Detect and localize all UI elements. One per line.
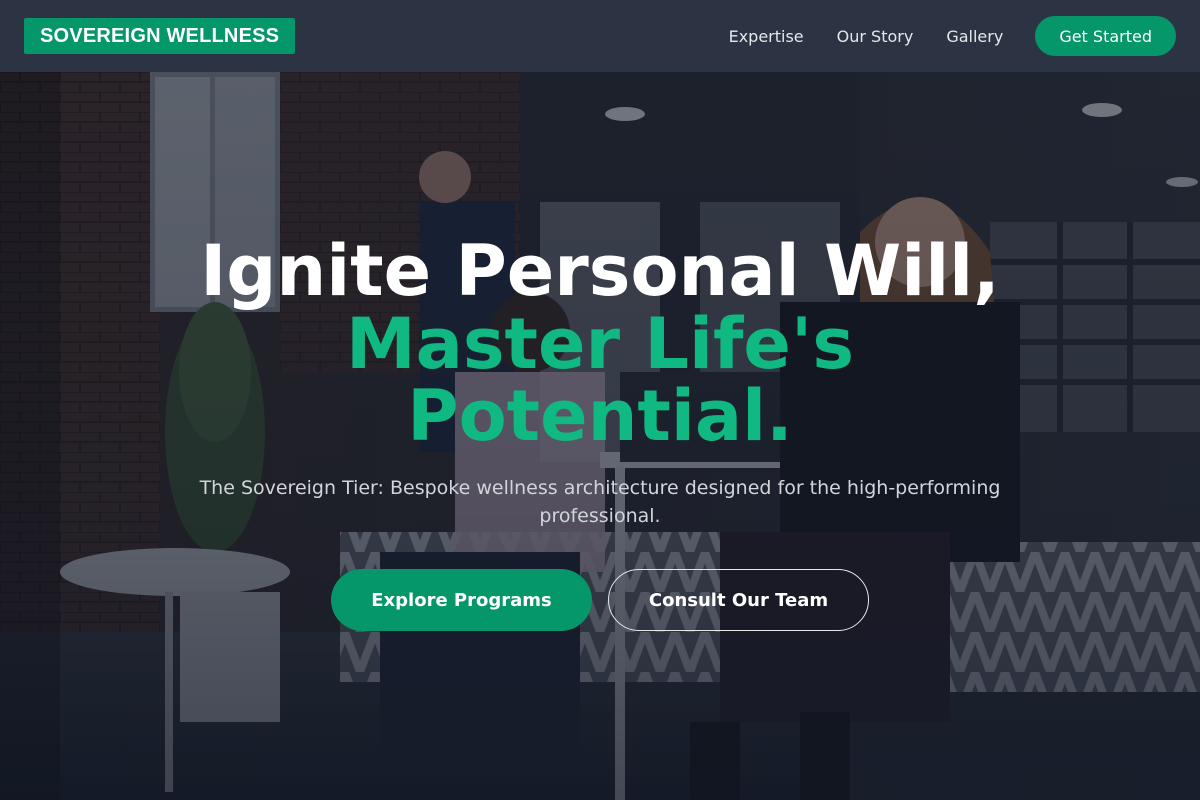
- hero-subtitle: The Sovereign Tier: Bespoke wellness arc…: [199, 477, 1001, 527]
- hero-headline-line-2: Master Life's: [345, 303, 854, 385]
- nav-link-expertise[interactable]: Expertise: [729, 27, 804, 46]
- hero-headline-line-3: Potential.: [407, 375, 793, 457]
- main-nav: Expertise Our Story Gallery Get Started: [729, 16, 1176, 56]
- nav-link-our-story[interactable]: Our Story: [837, 27, 914, 46]
- nav-link-gallery[interactable]: Gallery: [946, 27, 1003, 46]
- get-started-button[interactable]: Get Started: [1035, 16, 1176, 56]
- explore-programs-button[interactable]: Explore Programs: [331, 569, 592, 631]
- top-navbar: SOVEREIGN WELLNESS Expertise Our Story G…: [0, 0, 1200, 72]
- brand-logo[interactable]: SOVEREIGN WELLNESS: [24, 18, 296, 54]
- hero-section: Ignite Personal Will, Master Life's Pote…: [0, 72, 1200, 800]
- hero-headline-line-1: Ignite Personal Will,: [200, 230, 1000, 312]
- hero-content: Ignite Personal Will, Master Life's Pote…: [0, 72, 1200, 800]
- consult-our-team-button[interactable]: Consult Our Team: [608, 569, 869, 631]
